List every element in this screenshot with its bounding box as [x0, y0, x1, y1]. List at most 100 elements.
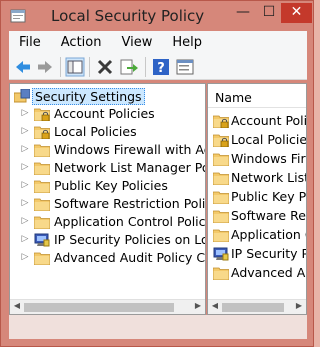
scroll-left-icon[interactable]: ◀: [209, 301, 221, 310]
tree-item[interactable]: ▷ Account Policies: [10, 105, 205, 123]
name-column-label: Name: [215, 90, 252, 105]
scroll-right-icon[interactable]: ▶: [293, 301, 305, 310]
menu-file[interactable]: File: [9, 35, 51, 50]
toolbar: ?: [9, 53, 307, 80]
folder-icon: [213, 210, 229, 223]
list-item-label: Windows Firew: [231, 151, 306, 166]
list-item[interactable]: Public Key Pol: [208, 188, 306, 206]
main-window: Local Security Policy — ☐ ✕ File Action …: [0, 0, 314, 347]
menu-help[interactable]: Help: [162, 35, 212, 50]
folder-lock-icon: [34, 126, 50, 139]
export-list-icon[interactable]: [119, 57, 139, 77]
folder-lock-icon: [34, 108, 50, 121]
expand-arrow-icon[interactable]: ▷: [20, 252, 30, 262]
tree-item[interactable]: ▷ Network List Manager Polici: [10, 159, 205, 177]
title-bar[interactable]: Local Security Policy — ☐ ✕: [1, 1, 313, 31]
expand-arrow-icon[interactable]: ▷: [20, 216, 30, 226]
tree-item[interactable]: ▷ Local Policies: [10, 123, 205, 141]
list-item[interactable]: Application Co: [208, 226, 306, 244]
forward-icon[interactable]: [35, 57, 55, 77]
scrollbar-thumb[interactable]: [222, 303, 284, 312]
list-item[interactable]: Local Policies: [208, 131, 306, 149]
tree-item[interactable]: ▷ Windows Firewall with Adva: [10, 141, 205, 159]
list-item-label: Public Key Pol: [231, 189, 306, 204]
show-hide-tree-icon[interactable]: [65, 57, 85, 77]
tree-root[interactable]: Security Settings: [10, 87, 205, 105]
menu-view[interactable]: View: [111, 35, 162, 50]
help-icon[interactable]: ?: [151, 57, 171, 77]
tree-horizontal-scrollbar[interactable]: ◀ ▶: [10, 299, 205, 314]
folder-icon: [34, 216, 50, 229]
menu-action[interactable]: Action: [51, 35, 112, 50]
expand-arrow-icon[interactable]: ▷: [20, 180, 30, 190]
ip-security-icon: [34, 233, 50, 247]
list-item-label: IP Security Pol: [231, 246, 306, 261]
tree-pane[interactable]: Security Settings ▷ Account Policies ▷ Loca…: [9, 83, 206, 315]
back-icon[interactable]: [13, 57, 33, 77]
tree-item-label[interactable]: Software Restriction Policies: [54, 196, 205, 211]
tree-item-label[interactable]: Account Policies: [54, 106, 155, 121]
tree-item[interactable]: ▷ Advanced Audit Policy Conf: [10, 249, 205, 267]
security-settings-icon: [14, 89, 30, 103]
status-bar: [9, 315, 307, 339]
name-column-header[interactable]: Name: [208, 84, 306, 108]
tree-root-label[interactable]: Security Settings: [32, 88, 145, 105]
tree-item[interactable]: ▷ IP Security Policies on Local: [10, 231, 205, 249]
list-item[interactable]: IP Security Pol: [208, 245, 306, 263]
list-item-label: Advanced Aud: [231, 265, 306, 280]
list-item[interactable]: Software Restr: [208, 207, 306, 225]
folder-icon: [213, 172, 229, 185]
list-item[interactable]: Account Polic: [208, 112, 306, 130]
list-item[interactable]: Network List M: [208, 169, 306, 187]
ip-security-icon: [213, 247, 229, 261]
folder-lock-icon: [213, 134, 229, 147]
local-security-policy-icon: [10, 9, 26, 23]
folder-icon: [34, 180, 50, 193]
list-item-label: Local Policies: [231, 132, 307, 147]
expand-arrow-icon[interactable]: ▷: [20, 144, 30, 154]
delete-icon[interactable]: [95, 57, 115, 77]
svg-text:?: ?: [157, 61, 165, 76]
tree-item-label[interactable]: Application Control Policies: [54, 214, 205, 229]
list-item[interactable]: Windows Firew: [208, 150, 306, 168]
folder-lock-icon: [213, 115, 229, 128]
scroll-left-icon[interactable]: ◀: [11, 301, 23, 310]
properties-icon[interactable]: [175, 57, 195, 77]
expand-arrow-icon[interactable]: ▷: [20, 198, 30, 208]
tree-item[interactable]: ▷ Public Key Policies: [10, 177, 205, 195]
folder-icon: [34, 162, 50, 175]
expand-arrow-icon[interactable]: ▷: [20, 108, 30, 118]
menu-bar: File Action View Help: [9, 31, 307, 53]
window-title: Local Security Policy: [51, 7, 205, 25]
expand-arrow-icon[interactable]: ▷: [20, 126, 30, 136]
list-pane[interactable]: Name Account Polic Local Policies Windows …: [207, 83, 307, 315]
maximize-button[interactable]: ☐: [256, 3, 282, 23]
folder-icon: [213, 267, 229, 280]
minimize-button[interactable]: —: [230, 3, 256, 23]
tree-item-label[interactable]: Network List Manager Polici: [54, 160, 205, 175]
list-item-label: Application Co: [231, 227, 306, 242]
tree-item[interactable]: ▷ Application Control Policies: [10, 213, 205, 231]
list-horizontal-scrollbar[interactable]: ◀ ▶: [208, 299, 306, 314]
close-button[interactable]: ✕: [281, 3, 312, 23]
scroll-right-icon[interactable]: ▶: [192, 301, 204, 310]
folder-icon: [213, 229, 229, 242]
toolbar-separator: [60, 57, 61, 77]
folder-icon: [34, 198, 50, 211]
toolbar-separator: [89, 57, 90, 77]
folder-icon: [34, 144, 50, 157]
tree-item-label[interactable]: Local Policies: [54, 124, 137, 139]
list-item[interactable]: Advanced Aud: [208, 264, 306, 282]
folder-icon: [213, 153, 229, 166]
tree-item-label[interactable]: IP Security Policies on Local: [54, 232, 205, 247]
tree-item-label[interactable]: Advanced Audit Policy Conf: [54, 250, 205, 265]
tree-item[interactable]: ▷ Software Restriction Policies: [10, 195, 205, 213]
tree-item-label[interactable]: Windows Firewall with Adva: [54, 142, 205, 157]
folder-icon: [34, 252, 50, 265]
toolbar-separator: [145, 57, 146, 77]
scrollbar-thumb[interactable]: [24, 303, 174, 312]
tree-item-label[interactable]: Public Key Policies: [54, 178, 168, 193]
list-item-label: Software Restr: [231, 208, 306, 223]
expand-arrow-icon[interactable]: ▷: [20, 162, 30, 172]
expand-arrow-icon[interactable]: ▷: [20, 234, 30, 244]
